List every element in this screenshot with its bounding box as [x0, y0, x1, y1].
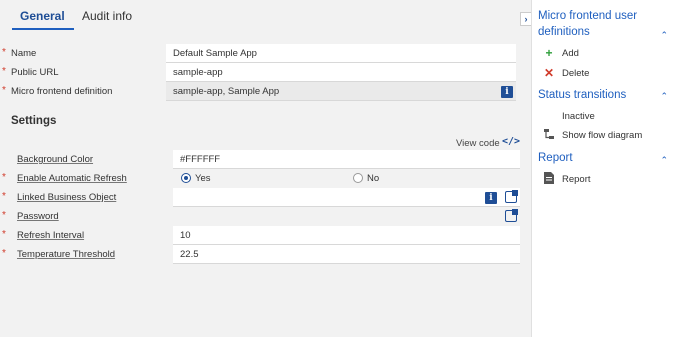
tab-bar: General Audit info: [0, 0, 520, 32]
temperature-threshold-label: Temperature Threshold: [17, 249, 116, 260]
action-label: Add: [562, 48, 579, 59]
action-delete[interactable]: ✕ Delete: [542, 66, 672, 82]
required-marker: *: [2, 191, 6, 202]
refresh-interval-label: Refresh Interval: [17, 230, 85, 241]
refresh-interval-field[interactable]: 10: [173, 226, 520, 245]
x-icon: ✕: [543, 66, 555, 80]
password-label: Password: [17, 211, 59, 222]
auto-refresh-options: [173, 169, 520, 188]
name-row: * Name Default Sample App: [0, 44, 520, 63]
open-popup-icon[interactable]: [505, 209, 518, 222]
password-row: * Password: [0, 207, 520, 226]
refresh-interval-row: * Refresh Interval 10: [0, 226, 520, 245]
required-marker: *: [2, 172, 6, 183]
mf-definition-field[interactable]: sample-app, Sample App: [166, 82, 516, 101]
action-label: Delete: [562, 68, 590, 79]
required-marker: *: [2, 47, 6, 58]
temperature-threshold-row: * Temperature Threshold 22.5: [0, 245, 520, 264]
action-report[interactable]: Report: [542, 172, 672, 188]
required-marker: *: [2, 248, 6, 259]
background-color-row: Background Color #FFFFFF: [0, 150, 520, 169]
section-title-line: Micro frontend user: [538, 10, 638, 22]
public-url-label: Public URL: [11, 67, 59, 78]
sidebar: Micro frontend user definitions ⌃ + Add …: [531, 0, 680, 337]
chevron-up-icon[interactable]: ⌃: [660, 30, 668, 41]
radio-yes-label[interactable]: Yes: [195, 173, 211, 184]
open-popup-icon[interactable]: [505, 190, 518, 203]
info-icon[interactable]: i: [501, 86, 513, 98]
section-title-mf-user-definitions[interactable]: Micro frontend user definitions: [538, 8, 637, 40]
active-tab-indicator: [12, 28, 74, 30]
flow-diagram-icon: [542, 128, 556, 143]
tab-audit-info[interactable]: Audit info: [82, 9, 132, 23]
tab-general[interactable]: General: [20, 9, 65, 23]
mf-definition-label: Micro frontend definition: [11, 86, 113, 97]
chevron-up-icon[interactable]: ⌃: [660, 155, 668, 166]
linked-bo-field[interactable]: [173, 188, 520, 207]
auto-refresh-row: * Enable Automatic Refresh Yes No: [0, 169, 520, 188]
required-marker: *: [2, 85, 6, 96]
action-label: Show flow diagram: [562, 130, 643, 141]
linked-bo-label: Linked Business Object: [17, 192, 117, 203]
action-label: Report: [562, 174, 591, 185]
radio-no[interactable]: [353, 173, 363, 183]
mf-definition-row: * Micro frontend definition sample-app, …: [0, 82, 520, 101]
action-inactive[interactable]: Inactive: [542, 109, 672, 125]
section-title-report[interactable]: Report: [538, 150, 573, 166]
action-add[interactable]: + Add: [542, 46, 672, 62]
section-title-line: definitions: [538, 26, 590, 38]
radio-yes[interactable]: [181, 173, 191, 183]
linked-bo-row: * Linked Business Object i: [0, 188, 520, 207]
background-color-label: Background Color: [17, 154, 94, 165]
action-show-flow-diagram[interactable]: Show flow diagram: [542, 128, 672, 144]
settings-heading: Settings: [11, 115, 57, 127]
auto-refresh-label: Enable Automatic Refresh: [17, 173, 127, 184]
name-label: Name: [11, 48, 37, 59]
background-color-field[interactable]: #FFFFFF: [173, 150, 520, 169]
action-label: Inactive: [562, 111, 595, 122]
plus-icon: +: [545, 46, 553, 60]
public-url-field[interactable]: sample-app: [166, 63, 516, 82]
required-marker: *: [2, 229, 6, 240]
public-url-row: * Public URL sample-app: [0, 63, 520, 82]
view-code-link[interactable]: View code: [456, 138, 500, 149]
radio-no-label[interactable]: No: [367, 173, 379, 184]
info-icon[interactable]: i: [485, 192, 497, 204]
required-marker: *: [2, 66, 6, 77]
section-title-status-transitions[interactable]: Status transitions: [538, 87, 626, 103]
temperature-threshold-field[interactable]: 22.5: [173, 245, 520, 264]
collapse-sidebar-button[interactable]: ›: [520, 12, 531, 26]
code-icon[interactable]: </>: [502, 136, 520, 147]
name-field[interactable]: Default Sample App: [166, 44, 516, 63]
required-marker: *: [2, 210, 6, 221]
document-icon: [542, 172, 556, 187]
chevron-up-icon[interactable]: ⌃: [660, 91, 668, 102]
